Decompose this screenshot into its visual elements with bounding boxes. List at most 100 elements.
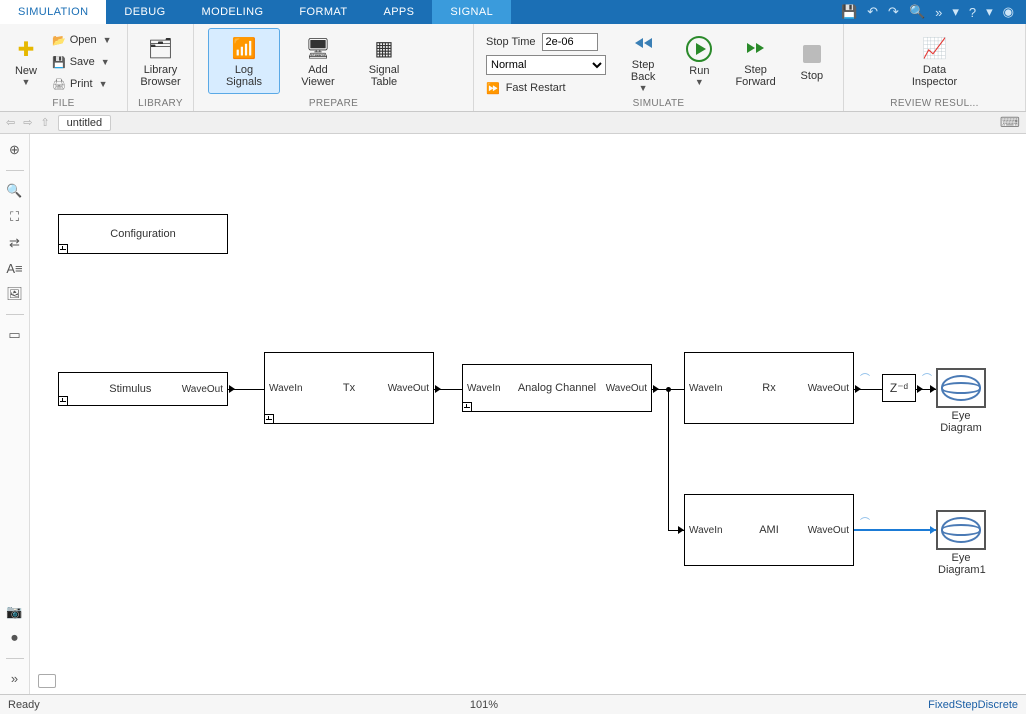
nav-fwd-icon[interactable]: ⇨ [23,116,32,129]
run-button[interactable]: Run ▼ [674,28,724,94]
block-eye-diagram1[interactable]: Eye Diagram1 [936,510,986,550]
data-inspector-label: Data Inspector [912,64,957,88]
signal-table-label: Signal Table [369,64,400,88]
undo-icon[interactable]: ↶ [867,4,878,20]
review-group-label: REVIEW RESUL... [844,98,1025,111]
add-viewer-button[interactable]: 🖥 Add Viewer [290,28,346,94]
library-group-label: LIBRARY [128,98,193,111]
save-icon[interactable]: 💾 [841,4,857,20]
block-configuration[interactable]: Configuration [58,214,228,254]
block-rx-label: Rx [762,382,775,394]
subsystem-badge-icon [264,414,274,424]
palette-annotate-icon[interactable]: A≡ [6,261,22,276]
ribbon-group-file: ✚ New ▼ 📂Open▼ 💾Save▼ 🖨Print▼ FILE [0,24,128,111]
fullscreen-icon[interactable]: ◉ [1003,4,1014,20]
log-signals-button[interactable]: 📶 Log Signals [208,28,280,94]
block-analog-channel[interactable]: WaveIn Analog Channel WaveOut [462,364,652,412]
palette-fit-icon[interactable]: ⛶ [10,209,19,225]
block-stimulus[interactable]: Stimulus WaveOut [58,372,228,406]
signal-wire [668,389,669,530]
fast-restart-button[interactable]: ⏩Fast Restart [486,78,606,98]
simulate-group-label: SIMULATE [474,98,843,111]
signal-wire-selected[interactable] [854,529,936,531]
dropdown2-icon[interactable]: ▾ [986,4,993,20]
toolstrip-tabs: SIMULATION DEBUG MODELING FORMAT APPS SI… [0,0,1026,24]
more-icon[interactable]: » [935,5,942,20]
redo-icon[interactable]: ↷ [888,4,899,20]
subsystem-badge-icon [58,244,68,254]
block-rx[interactable]: WaveIn Rx WaveOut [684,352,854,424]
block-rx-out: WaveOut [808,383,849,394]
data-inspector-button[interactable]: 📈 Data Inspector [900,28,970,94]
help-icon[interactable]: ? [969,5,976,20]
save-icon: 💾 [52,56,66,69]
status-solver[interactable]: FixedStepDiscrete [928,699,1018,711]
palette-camera-icon[interactable]: 📷 [6,604,22,620]
block-tx[interactable]: WaveIn Tx WaveOut [264,352,434,424]
signal-log-icon: ⌒ [860,514,870,529]
print-button[interactable]: 🖨Print▼ [50,74,114,94]
tab-simulation[interactable]: SIMULATION [0,0,106,24]
palette-record-icon[interactable]: ⏺ [11,630,18,646]
print-label: Print [70,78,93,90]
tab-signal[interactable]: SIGNAL [432,0,511,24]
ribbon-group-library: 🗂 Library Browser LIBRARY [128,24,194,111]
breadcrumb[interactable]: untitled [58,115,111,131]
tab-modeling[interactable]: MODELING [184,0,282,24]
dropdown-icon[interactable]: ▾ [952,4,959,20]
port-arrow-icon [930,526,936,534]
save-button[interactable]: 💾Save▼ [50,52,114,72]
block-ami-in: WaveIn [689,525,723,536]
tab-format[interactable]: FORMAT [281,0,365,24]
run-label: Run [689,65,709,77]
stoptime-label: Stop Time [486,36,536,48]
stop-button[interactable]: Stop [787,28,837,94]
status-zoom[interactable]: 101% [40,699,928,711]
tab-debug[interactable]: DEBUG [106,0,183,24]
step-back-icon [629,29,657,57]
port-arrow-icon [930,385,936,393]
tab-apps[interactable]: APPS [365,0,432,24]
hide-overlay-button[interactable] [38,674,56,688]
palette-swap-icon[interactable]: ⇄ [9,235,20,251]
signal-table-button[interactable]: ▦ Signal Table [356,28,412,94]
model-canvas[interactable]: Configuration Stimulus WaveOut WaveIn Tx… [30,134,1026,694]
step-forward-icon [742,34,770,62]
prepare-group-label: PREPARE [194,98,473,111]
block-eye-diagram[interactable]: Eye Diagram [936,368,986,408]
nav-up-icon[interactable]: ⇧ [40,116,49,129]
palette-image-icon[interactable]: 🖼 [6,286,23,302]
new-button[interactable]: ✚ New ▼ [6,28,46,94]
step-back-button[interactable]: Step Back ▼ [618,28,668,94]
step-forward-button[interactable]: Step Forward [731,28,781,94]
palette-zoom-icon[interactable]: 🔍 [6,183,22,199]
data-inspector-icon: 📈 [921,34,949,62]
log-signals-label: Log Signals [226,64,262,88]
save-label: Save [70,56,95,68]
subsystem-badge-icon [58,396,68,406]
block-ami[interactable]: WaveIn AMI WaveOut [684,494,854,566]
open-button[interactable]: 📂Open▼ [50,30,114,50]
signal-wire [228,389,264,390]
ribbon-group-simulate: Stop Time Normal ⏩Fast Restart Step Back… [474,24,844,111]
palette-target-icon[interactable]: ⊕ [9,142,20,158]
block-tx-out: WaveOut [388,383,429,394]
palette-area-icon[interactable]: ▭ [8,327,20,343]
stoptime-input[interactable] [542,33,598,51]
palette-expand-icon[interactable]: » [11,671,18,686]
search-icon[interactable]: 🔍 [909,4,925,20]
fast-restart-icon: ⏩ [486,82,500,95]
block-configuration-label: Configuration [110,228,175,240]
block-tx-in: WaveIn [269,383,303,394]
signal-log-icon: ⌒ [922,370,932,385]
print-icon: 🖨 [52,78,66,91]
sim-mode-select[interactable]: Normal [486,55,606,75]
step-back-label: Step Back [631,59,655,83]
block-tx-label: Tx [343,382,355,394]
open-label: Open [70,34,97,46]
block-stimulus-label: Stimulus [109,383,151,395]
nav-back-icon[interactable]: ⇦ [6,116,15,129]
keyboard-icon[interactable]: ⌨ [1000,114,1020,131]
block-delay[interactable]: Z⁻ᵈ [882,374,916,402]
library-browser-button[interactable]: 🗂 Library Browser [134,28,187,94]
